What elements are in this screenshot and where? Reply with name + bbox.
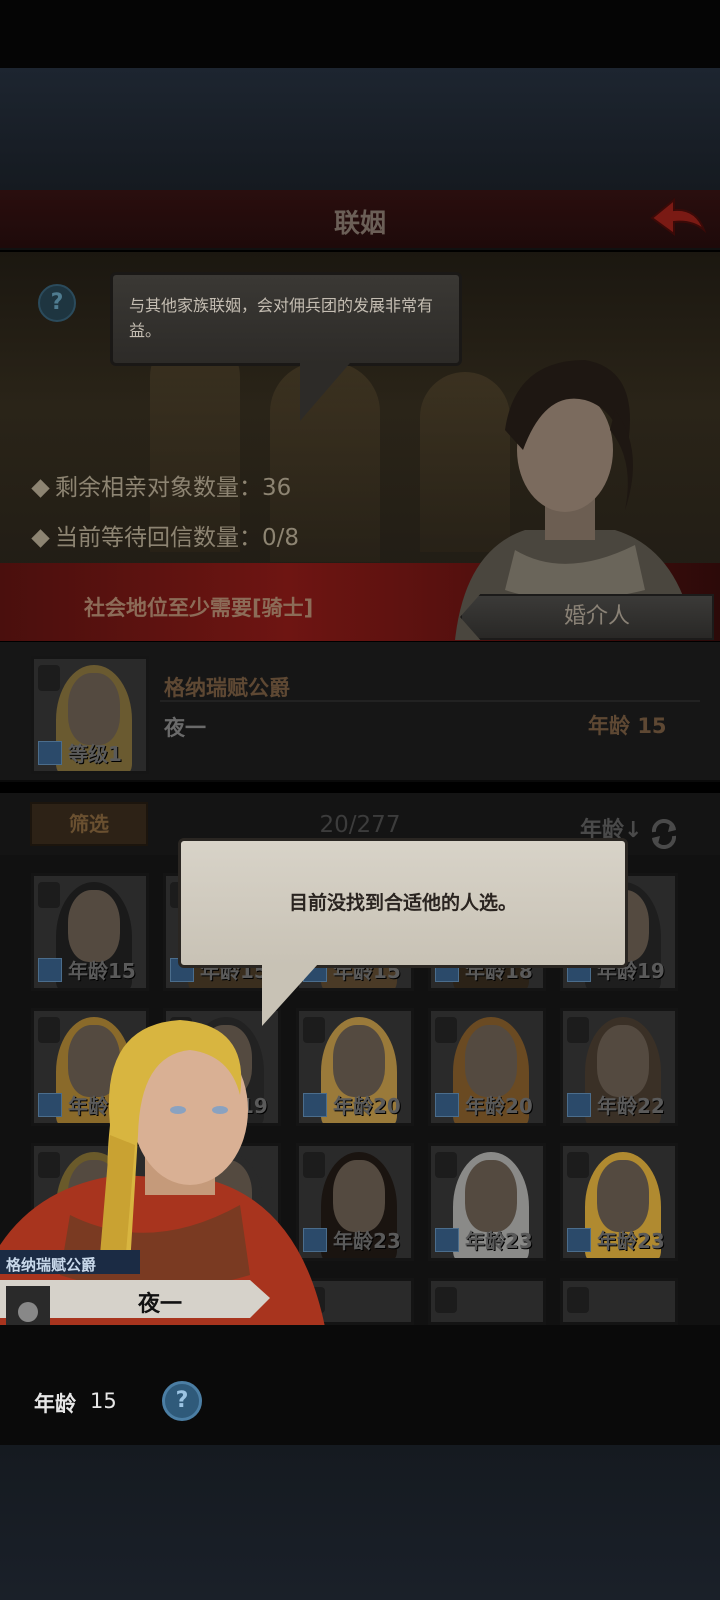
info-bar [0, 1325, 720, 1445]
dialog-text: 目前没找到合适他的人选。 [288, 892, 517, 914]
footer-age-value: 15 [90, 1389, 117, 1413]
backdrop-bottom [0, 1445, 720, 1600]
speaker-name: 夜一 [137, 1292, 182, 1317]
question-icon[interactable]: ? [162, 1381, 202, 1421]
footer-age-label: 年龄 [34, 1392, 76, 1416]
speaker-house: 格纳瑞赋公爵 [6, 1256, 97, 1274]
status-bar [0, 0, 720, 68]
